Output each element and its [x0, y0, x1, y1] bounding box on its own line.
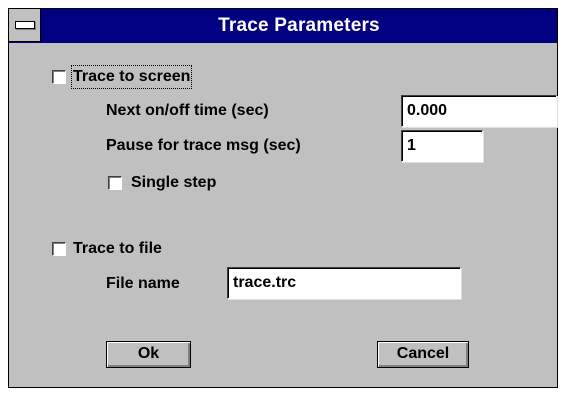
trace-parameters-dialog: Trace Parameters Trace to screen Next on… [8, 8, 558, 388]
system-menu-icon [15, 21, 35, 29]
trace-to-screen-checkbox[interactable] [52, 70, 66, 84]
trace-to-file-checkbox[interactable] [52, 242, 66, 256]
cancel-button[interactable]: Cancel [377, 341, 469, 368]
single-step-label[interactable]: Single step [131, 173, 216, 193]
ok-button[interactable]: Ok [106, 341, 191, 368]
window-title: Trace Parameters [218, 15, 380, 36]
next-on-off-time-label: Next on/off time (sec) [106, 102, 269, 119]
next-on-off-time-input[interactable] [401, 95, 557, 127]
file-name-input[interactable] [227, 267, 461, 299]
pause-for-trace-msg-label: Pause for trace msg (sec) [106, 137, 301, 154]
trace-to-file-label[interactable]: Trace to file [73, 239, 162, 259]
system-menu-button[interactable] [9, 9, 41, 42]
trace-to-screen-label[interactable]: Trace to screen [70, 65, 193, 89]
title-bar: Trace Parameters [9, 9, 557, 43]
pause-for-trace-msg-input[interactable] [401, 130, 483, 162]
single-step-checkbox[interactable] [108, 176, 122, 190]
file-name-label: File name [106, 275, 180, 292]
